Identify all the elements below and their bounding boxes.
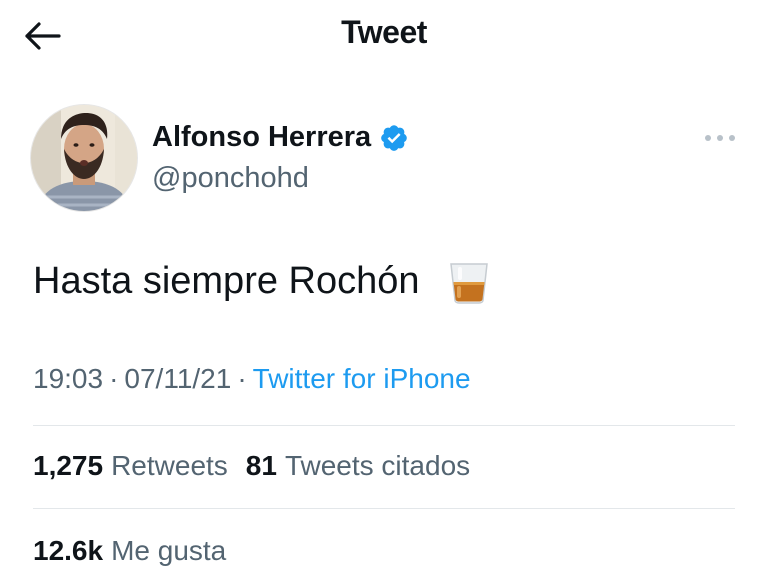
more-options-button[interactable] <box>700 126 740 150</box>
quote-tweets-stat[interactable]: 81 Tweets citados <box>246 450 470 482</box>
likes-count: 12.6k <box>33 535 104 566</box>
more-horizontal-icon <box>705 135 735 141</box>
tumbler-glass-emoji <box>449 263 488 304</box>
page-title: Tweet <box>341 14 427 50</box>
retweets-stat[interactable]: 1,275 Retweets <box>33 450 228 482</box>
quote-tweets-count: 81 <box>245 450 277 481</box>
avatar-photo <box>31 105 137 211</box>
quote-tweets-label: Tweets citados <box>284 450 471 481</box>
tweet-source-link[interactable]: Twitter for iPhone <box>253 363 471 394</box>
header-bar: Tweet <box>0 0 768 72</box>
engagement-stats-row: 1,275 Retweets 81 Tweets citados <box>33 450 488 482</box>
retweets-count: 1,275 <box>33 450 104 481</box>
meta-separator: · <box>237 363 247 394</box>
tweet-meta: 19:03 · 07/11/21 · Twitter for iPhone <box>33 363 471 395</box>
author-name-row: Alfonso Herrera <box>152 121 409 154</box>
tweet-time: 19:03 <box>33 363 104 394</box>
likes-stat[interactable]: 12.6k Me gusta <box>33 535 226 567</box>
meta-separator: · <box>109 363 119 394</box>
tweet-text: Hasta siempre Rochón <box>33 259 420 302</box>
divider <box>33 425 735 426</box>
verified-badge-icon <box>381 124 407 151</box>
retweets-label: Retweets <box>111 450 228 481</box>
likes-label: Me gusta <box>111 535 227 566</box>
tweet-date: 07/11/21 <box>124 363 232 394</box>
avatar[interactable] <box>30 104 138 212</box>
likes-stats-row: 12.6k Me gusta <box>33 535 244 567</box>
tweet-body: Hasta siempre Rochón <box>33 258 492 304</box>
divider <box>33 508 735 509</box>
author-handle[interactable]: @ponchohd <box>152 162 309 195</box>
author-name[interactable]: Alfonso Herrera <box>152 121 371 154</box>
tweet-author: Alfonso Herrera @ponchohd <box>30 104 740 214</box>
